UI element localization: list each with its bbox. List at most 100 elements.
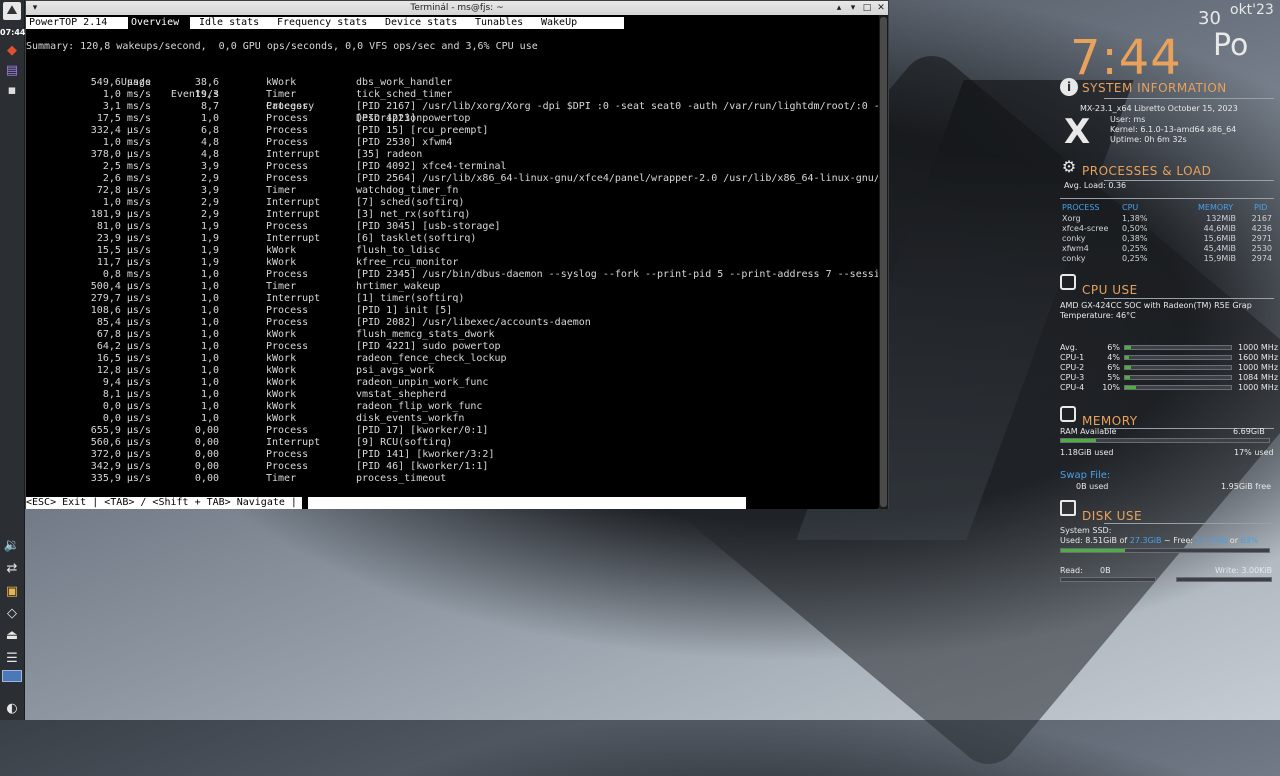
files-icon[interactable]: ▤ xyxy=(3,62,21,80)
workspace-switcher[interactable] xyxy=(2,670,22,682)
cell-usage: 342,9 µs/s xyxy=(90,461,151,472)
cell-category: Process xyxy=(266,305,309,316)
cell-usage: 12,8 µs/s xyxy=(96,365,151,376)
cell-description: [35] radeon xyxy=(356,149,423,160)
cell-category: Process xyxy=(266,425,309,436)
tab-tunables[interactable]: Tunables xyxy=(472,17,527,29)
scrollbar-thumb[interactable] xyxy=(880,17,887,507)
summary-line: Summary: 120,8 wakeups/second, 0,0 GPU o… xyxy=(26,41,538,52)
proc-name: conky xyxy=(1062,254,1086,263)
col-cpu: CPU xyxy=(1122,203,1139,212)
package-icon[interactable]: ◇ xyxy=(3,605,21,623)
cell-events: 0,00 xyxy=(194,425,219,436)
maximize-icon[interactable]: □ xyxy=(860,1,874,15)
proc-name: Xorg xyxy=(1062,214,1081,223)
swap-free: 1.95GiB free xyxy=(1221,482,1272,491)
disk-read-value: 0B xyxy=(1100,566,1111,575)
ram-used: 1.18GiB used xyxy=(1060,448,1114,457)
sysinfo-distro: MX-23.1_x64 Libretto October 15, 2023 xyxy=(1080,104,1238,113)
cell-description: [PID 2345] /usr/bin/dbus-daemon --syslog… xyxy=(356,269,878,280)
ram-label: RAM Available xyxy=(1060,427,1117,436)
disk-free-text: ~ Free: xyxy=(1161,536,1196,545)
notes-icon[interactable]: ☰ xyxy=(3,650,21,668)
tab-idle-stats[interactable]: Idle stats xyxy=(196,17,263,29)
cell-description: [PID 2082] /usr/libexec/accounts-daemon xyxy=(356,317,591,328)
browser-icon[interactable]: ◆ xyxy=(3,42,21,60)
sysinfo-kernel: Kernel: 6.1.0-13-amd64 x86_64 xyxy=(1110,125,1237,134)
cell-events: 1,9 xyxy=(200,221,219,232)
cpu-core-pct: 10% xyxy=(1102,383,1120,392)
terminal-output[interactable]: PowerTOP 2.14 Overview Idle stats Freque… xyxy=(26,15,878,509)
cell-description: vmstat_shepherd xyxy=(356,389,447,400)
scrollbar[interactable] xyxy=(879,15,888,509)
close-icon[interactable]: ✕ xyxy=(874,1,888,15)
cell-category: Process xyxy=(266,269,309,280)
tab-frequency-stats[interactable]: Frequency stats xyxy=(274,17,371,29)
cell-events: 1,0 xyxy=(200,293,219,304)
gear-icon: ⚙ xyxy=(1061,157,1077,176)
cell-description: [PID 4221] sudo powertop xyxy=(356,341,501,352)
shade-icon[interactable]: ▴ xyxy=(832,1,846,15)
disk-write: Write: 3.00KiB xyxy=(1215,566,1273,575)
col-pid: PID xyxy=(1254,203,1268,212)
cpu-core-pct: 4% xyxy=(1107,353,1120,362)
eject-icon[interactable]: ⏏ xyxy=(3,627,21,645)
cell-events: 19,3 xyxy=(194,89,219,100)
cell-category: kWork xyxy=(266,401,297,412)
swap-label: Swap File: xyxy=(1060,470,1111,481)
cpu-model: AMD GX-424CC SOC with Radeon(TM) R5E Gra… xyxy=(1060,301,1252,310)
cell-usage: 0,0 µs/s xyxy=(102,413,151,424)
cell-usage: 85,4 µs/s xyxy=(96,317,151,328)
cell-category: Interrupt xyxy=(266,437,321,448)
cell-events: 1,0 xyxy=(200,341,219,352)
info-icon: i xyxy=(1060,78,1078,96)
cell-usage: 15,5 µs/s xyxy=(96,245,151,256)
cell-events: 1,0 xyxy=(200,269,219,280)
cell-usage: 17,5 ms/s xyxy=(96,113,151,124)
proc-name: conky xyxy=(1062,234,1086,243)
logout-icon[interactable]: ◐ xyxy=(3,700,21,718)
proc-pid: 2971 xyxy=(1251,234,1272,243)
title-bar[interactable]: ▾ Terminál - ms@fjs: ~ ▴ ▾ □ ✕ xyxy=(26,1,888,15)
cpu-core-bar xyxy=(1124,355,1232,360)
cell-usage: 1,0 ms/s xyxy=(102,89,151,100)
terminal-icon[interactable]: ▪ xyxy=(3,82,21,100)
cell-events: 3,9 xyxy=(200,185,219,196)
tab-overview[interactable]: Overview xyxy=(128,17,183,29)
app-menu-icon[interactable]: ⛰ xyxy=(3,2,21,20)
cpu-core-bar-fill xyxy=(1125,356,1130,359)
cell-usage: 378,0 µs/s xyxy=(90,149,151,160)
tab-wakeup[interactable]: WakeUp xyxy=(538,17,581,29)
clipboard-icon[interactable]: ▣ xyxy=(3,583,21,601)
cell-category: Timer xyxy=(266,281,297,292)
cell-description: [7] sched(softirq) xyxy=(356,197,465,208)
conky-day: 30 xyxy=(1198,8,1221,29)
volume-icon[interactable]: 🔉 xyxy=(3,537,21,555)
mx-logo-icon: X xyxy=(1064,112,1091,152)
cell-category: Process xyxy=(266,341,309,352)
cpu-core-name: CPU-3 xyxy=(1060,373,1085,382)
cell-events: 4,8 xyxy=(200,137,219,148)
proc-pid: 2974 xyxy=(1251,254,1272,263)
table-header: Usage Events/s Category Description xyxy=(26,65,422,124)
minimize-icon[interactable]: ▾ xyxy=(846,1,860,15)
disk-bar-fill xyxy=(1061,549,1126,552)
cell-description: dbs_work_handler xyxy=(356,77,453,88)
cell-description: [3] net_rx(softirq) xyxy=(356,209,471,220)
cell-category: Process xyxy=(266,461,309,472)
cell-events: 1,0 xyxy=(200,413,219,424)
cpu-core-bar-fill xyxy=(1125,346,1132,349)
cell-usage: 23,9 µs/s xyxy=(96,233,151,244)
cell-description: [PID 141] [kworker/3:2] xyxy=(356,449,495,460)
list-item: conky 0,25% 15,9MiB 2974 xyxy=(1058,254,1274,264)
divider xyxy=(1104,298,1274,299)
cell-usage: 332,4 µs/s xyxy=(90,125,151,136)
cell-events: 1,9 xyxy=(200,257,219,268)
network-icon[interactable]: ⇄ xyxy=(3,560,21,578)
cell-category: Process xyxy=(266,449,309,460)
cell-usage: 2,5 ms/s xyxy=(102,161,151,172)
cell-category: Process xyxy=(266,221,309,232)
tab-device-stats[interactable]: Device stats xyxy=(382,17,461,29)
cell-category: kWork xyxy=(266,377,297,388)
cpu-core-name: Avg. xyxy=(1060,343,1078,352)
